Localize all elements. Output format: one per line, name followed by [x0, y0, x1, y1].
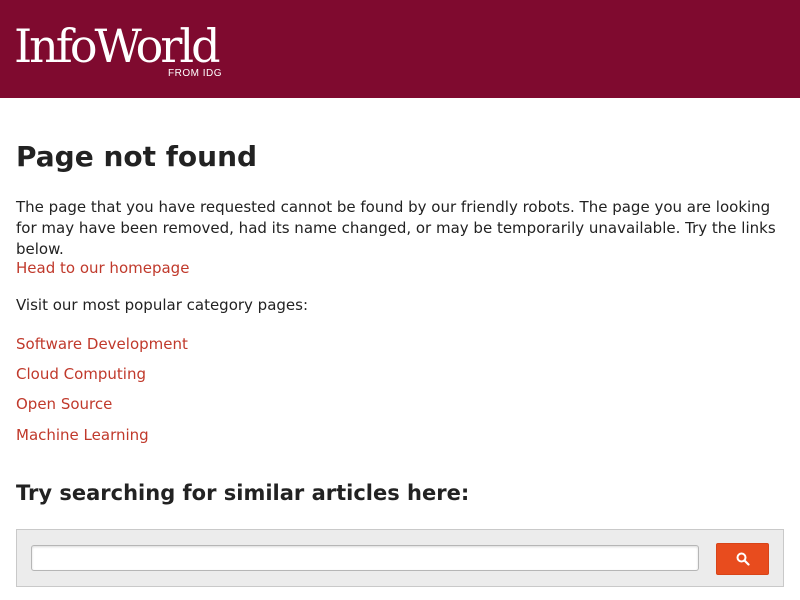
category-link-open-source[interactable]: Open Source: [16, 394, 112, 414]
search-button[interactable]: [716, 543, 769, 575]
logo-wordmark: InfoWorld: [14, 19, 221, 73]
category-link-cloud-computing[interactable]: Cloud Computing: [16, 364, 146, 384]
category-link-software-development[interactable]: Software Development: [16, 334, 188, 354]
intro-text: The page that you have requested cannot …: [16, 198, 776, 258]
category-link-machine-learning[interactable]: Machine Learning: [16, 425, 149, 445]
infoworld-logo[interactable]: InfoWorld FROM IDG: [14, 21, 224, 81]
search-heading: Try searching for similar articles here:: [16, 481, 470, 505]
logo-subtext: FROM IDG: [168, 68, 222, 79]
categories-heading: Visit our most popular category pages:: [16, 296, 309, 314]
site-header: InfoWorld FROM IDG: [0, 0, 800, 98]
homepage-link[interactable]: Head to our homepage: [16, 258, 189, 278]
page-title: Page not found: [16, 140, 258, 173]
search-icon: [736, 552, 750, 566]
search-input[interactable]: [31, 545, 699, 571]
search-panel: [16, 529, 784, 587]
